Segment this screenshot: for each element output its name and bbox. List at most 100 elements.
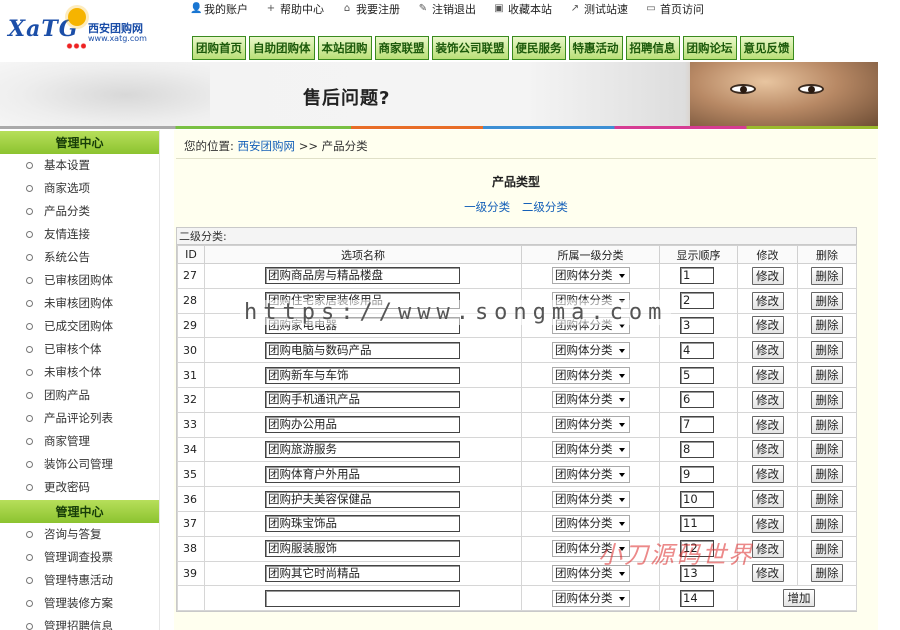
edit-button[interactable]: 修改 xyxy=(751,316,784,335)
display-order-input[interactable]: 11 xyxy=(680,515,714,533)
delete-button[interactable]: 删除 xyxy=(811,366,843,385)
edit-button[interactable]: 修改 xyxy=(751,440,784,459)
edit-button[interactable]: 修改 xyxy=(751,341,784,360)
display-order-input[interactable]: 2 xyxy=(680,292,714,310)
delete-button[interactable]: 删除 xyxy=(811,539,843,558)
sidebar-item[interactable]: 更改密码 xyxy=(0,476,159,499)
delete-button[interactable]: 删除 xyxy=(811,291,843,310)
category-name-input[interactable]: 团购办公用品 xyxy=(265,416,460,434)
main-nav-tab[interactable]: 商家联盟 xyxy=(374,36,429,60)
main-nav-tab[interactable]: 装饰公司联盟 xyxy=(431,36,509,60)
site-logo[interactable]: XaTG 西安团购网 www.xatg.com xyxy=(6,6,156,54)
sidebar-item[interactable]: 已审核个体 xyxy=(0,338,159,361)
level1-link[interactable]: 一级分类 xyxy=(464,200,510,214)
category-name-input[interactable]: 团购服装服饰 xyxy=(265,540,460,558)
sidebar-item[interactable]: 装饰公司管理 xyxy=(0,453,159,476)
sidebar-item[interactable]: 已成交团购体 xyxy=(0,315,159,338)
display-order-input[interactable]: 10 xyxy=(680,490,714,508)
main-nav-tab[interactable]: 特惠活动 xyxy=(568,36,623,60)
top-nav-link[interactable]: ↗ 测试站速 xyxy=(570,1,628,17)
category-name-input[interactable]: 团购电脑与数码产品 xyxy=(265,341,460,359)
sidebar-item[interactable]: 管理装修方案 xyxy=(0,592,159,615)
sidebar-item[interactable]: 管理调查投票 xyxy=(0,546,159,569)
level2-link[interactable]: 二级分类 xyxy=(522,200,568,214)
new-category-name-input[interactable] xyxy=(265,589,460,607)
main-nav-tab[interactable]: 自助团购体 xyxy=(249,36,315,60)
category-name-input[interactable]: 团购手机通讯产品 xyxy=(265,391,460,409)
delete-button[interactable]: 删除 xyxy=(811,440,843,459)
parent-category-select[interactable]: 团购体分类 xyxy=(552,589,630,607)
top-nav-link[interactable]: ▣ 收藏本站 xyxy=(494,1,552,17)
delete-button[interactable]: 删除 xyxy=(811,514,843,533)
category-name-input[interactable]: 团购体育户外用品 xyxy=(265,465,460,483)
edit-button[interactable]: 修改 xyxy=(751,465,784,484)
top-nav-link[interactable]: 👤 我的账户 xyxy=(190,1,248,17)
delete-button[interactable]: 删除 xyxy=(811,316,843,335)
main-nav-tab[interactable]: 团购论坛 xyxy=(682,36,737,60)
edit-button[interactable]: 修改 xyxy=(751,366,784,385)
breadcrumb-home-link[interactable]: 西安团购网 xyxy=(238,139,296,153)
sidebar-item[interactable]: 产品分类 xyxy=(0,200,159,223)
display-order-input[interactable]: 7 xyxy=(680,416,714,434)
edit-button[interactable]: 修改 xyxy=(751,266,784,285)
sidebar-item[interactable]: 系统公告 xyxy=(0,246,159,269)
parent-category-select[interactable]: 团购体分类 xyxy=(552,515,630,533)
sidebar-item[interactable]: 管理招聘信息 xyxy=(0,615,159,630)
sidebar-item[interactable]: 商家管理 xyxy=(0,430,159,453)
display-order-input[interactable]: 1 xyxy=(680,267,714,285)
parent-category-select[interactable]: 团购体分类 xyxy=(552,267,630,285)
top-nav-link[interactable]: ⌂ 我要注册 xyxy=(342,1,400,17)
parent-category-select[interactable]: 团购体分类 xyxy=(552,440,630,458)
edit-button[interactable]: 修改 xyxy=(751,564,784,583)
edit-button[interactable]: 修改 xyxy=(751,291,784,310)
category-name-input[interactable]: 团购旅游服务 xyxy=(265,440,460,458)
delete-button[interactable]: 删除 xyxy=(811,390,843,409)
add-button[interactable]: 增加 xyxy=(783,589,815,608)
delete-button[interactable]: 删除 xyxy=(811,341,843,360)
display-order-input[interactable]: 9 xyxy=(680,465,714,483)
edit-button[interactable]: 修改 xyxy=(751,390,784,409)
category-name-input[interactable]: 团购商品房与精品楼盘 xyxy=(265,267,460,285)
parent-category-select[interactable]: 团购体分类 xyxy=(552,416,630,434)
main-nav-tab[interactable]: 招聘信息 xyxy=(625,36,680,60)
sidebar-item[interactable]: 友情连接 xyxy=(0,223,159,246)
delete-button[interactable]: 删除 xyxy=(811,564,843,583)
sidebar-item[interactable]: 产品评论列表 xyxy=(0,407,159,430)
sidebar-item[interactable]: 未审核团购体 xyxy=(0,292,159,315)
edit-button[interactable]: 修改 xyxy=(751,490,784,509)
parent-category-select[interactable]: 团购体分类 xyxy=(552,391,630,409)
delete-button[interactable]: 删除 xyxy=(811,415,843,434)
main-nav-tab[interactable]: 本站团购 xyxy=(317,36,372,60)
display-order-input[interactable]: 3 xyxy=(680,316,714,334)
parent-category-select[interactable]: 团购体分类 xyxy=(552,490,630,508)
edit-button[interactable]: 修改 xyxy=(751,539,784,558)
category-name-input[interactable]: 团购护夫美容保健品 xyxy=(265,490,460,508)
sidebar-item[interactable]: 基本设置 xyxy=(0,154,159,177)
sidebar-item[interactable]: 团购产品 xyxy=(0,384,159,407)
display-order-input[interactable]: 14 xyxy=(680,589,714,607)
main-nav-tab[interactable]: 便民服务 xyxy=(511,36,566,60)
parent-category-select[interactable]: 团购体分类 xyxy=(552,341,630,359)
delete-button[interactable]: 删除 xyxy=(811,465,843,484)
edit-button[interactable]: 修改 xyxy=(751,514,784,533)
parent-category-select[interactable]: 团购体分类 xyxy=(552,465,630,483)
top-nav-link[interactable]: ✎ 注销退出 xyxy=(418,1,476,17)
display-order-input[interactable]: 4 xyxy=(680,341,714,359)
sidebar-item[interactable]: 未审核个体 xyxy=(0,361,159,384)
sidebar-item[interactable]: 已审核团购体 xyxy=(0,269,159,292)
top-nav-link[interactable]: + 帮助中心 xyxy=(266,1,324,17)
category-name-input[interactable]: 团购珠宝饰品 xyxy=(265,515,460,533)
main-nav-tab[interactable]: 团购首页 xyxy=(192,36,246,60)
parent-category-select[interactable]: 团购体分类 xyxy=(552,366,630,384)
main-nav-tab[interactable]: 意见反馈 xyxy=(739,36,794,60)
sidebar-item[interactable]: 商家选项 xyxy=(0,177,159,200)
category-name-input[interactable]: 团购新车与车饰 xyxy=(265,366,460,384)
display-order-input[interactable]: 5 xyxy=(680,366,714,384)
sidebar-item[interactable]: 管理特惠活动 xyxy=(0,569,159,592)
delete-button[interactable]: 删除 xyxy=(811,490,843,509)
display-order-input[interactable]: 6 xyxy=(680,391,714,409)
category-name-input[interactable]: 团购其它时尚精品 xyxy=(265,564,460,582)
delete-button[interactable]: 删除 xyxy=(811,266,843,285)
sidebar-item[interactable]: 咨询与答复 xyxy=(0,523,159,546)
top-nav-link[interactable]: ▭ 首页访问 xyxy=(646,1,704,17)
